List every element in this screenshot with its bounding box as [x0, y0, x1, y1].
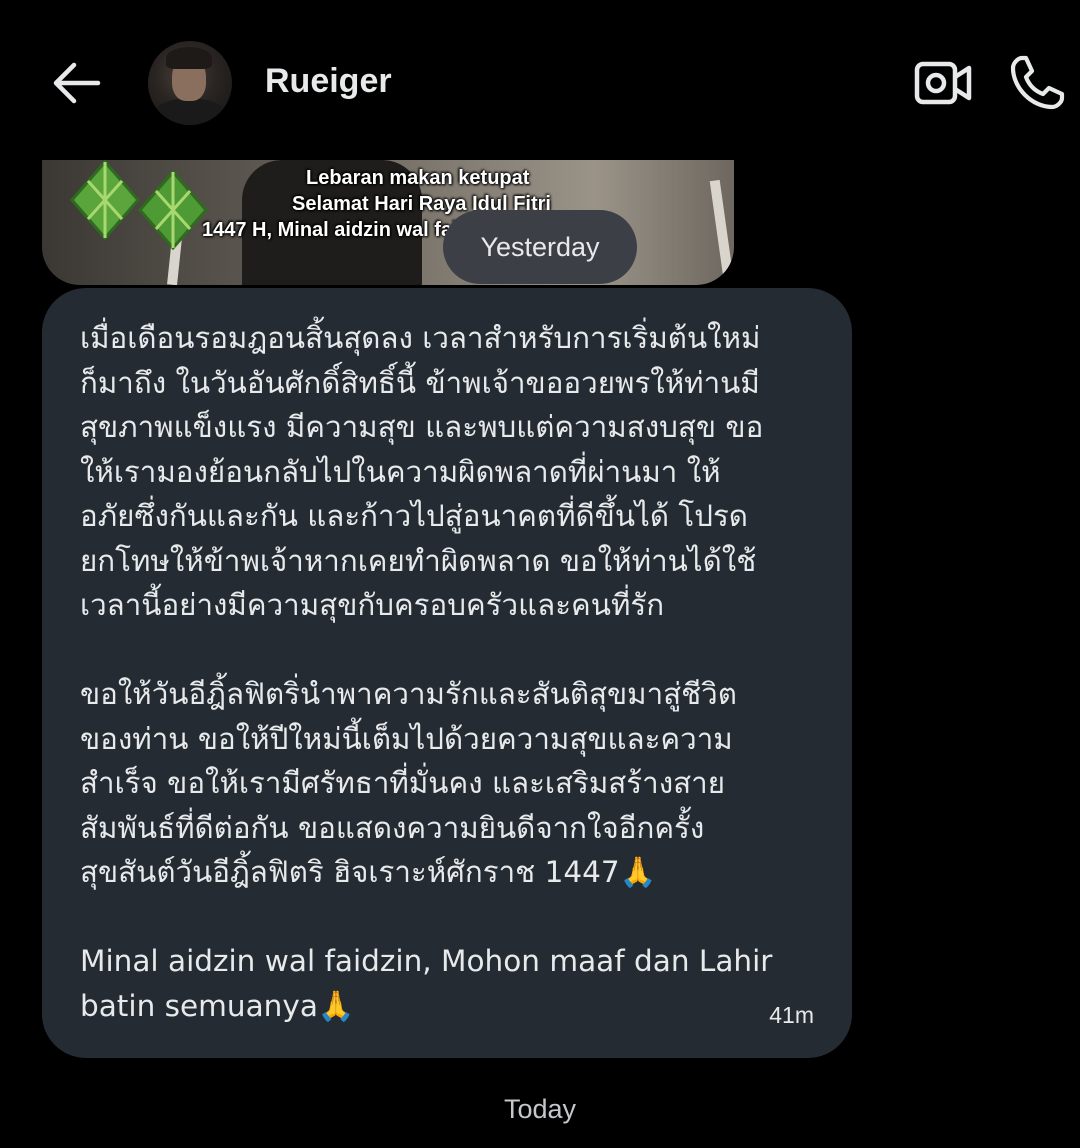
back-button[interactable] — [50, 60, 102, 106]
conversation-header: Rueiger — [0, 0, 1080, 160]
ketupat-graphic — [138, 170, 208, 250]
message-bubble[interactable]: เมื่อเดือนรอมฎอนสิ้นสุดลง เวลาสำหรับการเ… — [42, 288, 852, 1058]
voice-call-button[interactable] — [1008, 54, 1066, 112]
video-camera-icon — [914, 61, 972, 105]
video-call-button[interactable] — [914, 58, 972, 108]
phone-icon — [1010, 55, 1065, 110]
ketupat-graphic — [70, 160, 140, 240]
message-text: เมื่อเดือนรอมฎอนสิ้นสุดลง เวลาสำหรับการเ… — [80, 321, 773, 1023]
arrow-left-icon — [53, 62, 101, 104]
date-separator-yesterday: Yesterday — [443, 210, 637, 284]
avatar[interactable] — [148, 41, 232, 125]
date-separator-today: Today — [503, 1094, 577, 1124]
message-timestamp: 41m — [769, 1002, 814, 1028]
image-caption-line: Lebaran makan ketupat — [306, 167, 530, 189]
contact-name[interactable]: Rueiger — [265, 62, 392, 101]
